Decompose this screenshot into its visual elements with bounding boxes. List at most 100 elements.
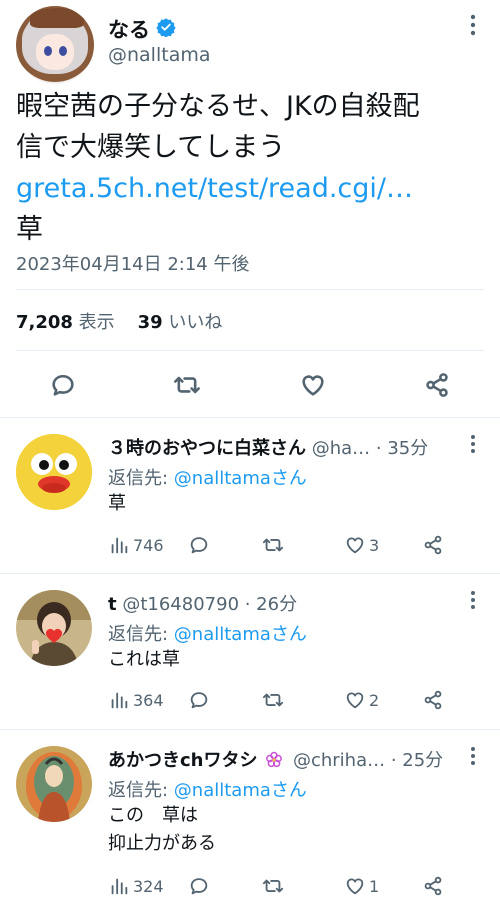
likes-count: 2 xyxy=(369,690,380,710)
reply-meta[interactable]: @ha… · 35分 xyxy=(312,438,429,459)
views-label: 表示 xyxy=(78,312,115,333)
tweet-action-bar xyxy=(0,365,500,405)
divider xyxy=(16,350,484,351)
buddha-painting-avatar-icon xyxy=(16,746,92,822)
retweet-button[interactable] xyxy=(262,686,287,714)
reply-avatar[interactable] xyxy=(16,746,92,822)
analytics-icon xyxy=(111,537,128,554)
reply-to: 返信先: @nalltamaさん xyxy=(108,464,307,490)
analytics-icon xyxy=(111,878,128,895)
reply-action-bar: 746 3 xyxy=(108,531,488,559)
views-count: 746 xyxy=(133,535,164,555)
flower-emoji-icon xyxy=(266,751,283,768)
reply-button[interactable] xyxy=(188,872,213,900)
reply-header: あかつきchワタシ @chriha… · 25分 xyxy=(108,746,443,772)
verified-badge-icon xyxy=(156,18,176,37)
likes-count: 3 xyxy=(369,535,380,555)
author-name[interactable]: なる xyxy=(108,14,150,44)
reply-item[interactable]: t @t16480790 · 26分 返信先: @nalltamaさん これは草… xyxy=(0,574,500,729)
divider xyxy=(16,289,484,290)
person-avatar-icon xyxy=(16,590,92,666)
retweet-icon xyxy=(262,538,284,552)
share-icon xyxy=(424,535,442,555)
views-stat[interactable]: 324 xyxy=(108,872,164,900)
likes-label[interactable]: いいね xyxy=(168,312,222,333)
tweet-text-line: 草 xyxy=(16,214,43,245)
likes-count: 1 xyxy=(369,876,380,896)
reply-action-bar: 324 1 xyxy=(108,872,488,900)
tweet-text-line: 信で大爆笑してしまう xyxy=(16,132,286,163)
retweet-button[interactable] xyxy=(262,531,287,559)
retweet-button[interactable] xyxy=(262,872,287,900)
reply-author-name[interactable]: あかつきchワタシ xyxy=(108,750,257,771)
reply-item[interactable]: あかつきchワタシ @chriha… · 25分 返信先: @nalltamaさ… xyxy=(0,730,500,907)
reply-icon xyxy=(190,537,208,554)
reply-avatar[interactable] xyxy=(16,434,92,510)
reply-item[interactable]: ３時のおやつに白菜さん @ha… · 35分 返信先: @nalltamaさん … xyxy=(0,418,500,573)
tweet-text-line: 暇空茜の子分なるせ、JKの自殺配 xyxy=(16,91,420,122)
reply-body: 草 xyxy=(108,490,126,518)
tweet-link[interactable]: greta.5ch.net/test/read.cgi/… xyxy=(16,168,486,209)
views-stat[interactable]: 746 xyxy=(108,531,164,559)
reply-to-prefix: 返信先: xyxy=(108,468,174,489)
like-button[interactable]: 3 xyxy=(344,531,379,559)
retweet-icon[interactable] xyxy=(173,371,201,399)
reply-icon xyxy=(190,878,208,895)
more-options-icon[interactable] xyxy=(470,14,476,36)
reply-to-handle[interactable]: @nalltamaさん xyxy=(174,468,307,489)
reply-body: これは草 xyxy=(108,646,180,674)
author-avatar[interactable] xyxy=(16,6,94,84)
tweet-timestamp[interactable]: 2023年04月14日 2:14 午後 xyxy=(16,250,249,276)
like-icon[interactable] xyxy=(299,371,327,399)
share-icon xyxy=(424,876,442,896)
like-icon xyxy=(346,537,364,554)
reply-to-handle[interactable]: @nalltamaさん xyxy=(174,780,307,801)
like-button[interactable]: 2 xyxy=(344,686,379,714)
main-tweet: なる @nalltama 暇空茜の子分なるせ、JKの自殺配 信で大爆笑してしまう… xyxy=(0,0,500,418)
reply-body: この 草は 抑止力がある xyxy=(108,802,216,858)
reply-button[interactable] xyxy=(188,531,213,559)
reply-action-bar: 364 2 xyxy=(108,686,488,714)
reply-button[interactable] xyxy=(188,686,213,714)
duck-avatar-icon xyxy=(16,434,92,510)
reply-to-prefix: 返信先: xyxy=(108,624,174,645)
reply-to: 返信先: @nalltamaさん xyxy=(108,620,307,646)
reply-author-name[interactable]: t xyxy=(108,594,117,615)
reply-body-line: これは草 xyxy=(108,649,180,670)
share-button[interactable] xyxy=(422,872,447,900)
like-button[interactable]: 1 xyxy=(344,872,379,900)
reply-body-line: 草 xyxy=(108,493,126,514)
more-options-icon[interactable] xyxy=(470,746,476,766)
reply-avatar[interactable] xyxy=(16,590,92,666)
views-count: 7,208 xyxy=(16,312,73,333)
like-icon xyxy=(346,692,364,709)
analytics-icon xyxy=(111,692,128,709)
tweet-stats: 7,208 表示 39 いいね xyxy=(16,308,222,334)
share-button[interactable] xyxy=(422,531,447,559)
reply-meta[interactable]: @chriha… · 25分 xyxy=(293,750,443,771)
tweet-text: 暇空茜の子分なるせ、JKの自殺配 信で大爆笑してしまう greta.5ch.ne… xyxy=(16,86,486,250)
reply-header: t @t16480790 · 26分 xyxy=(108,590,297,616)
reply-to-prefix: 返信先: xyxy=(108,780,174,801)
more-options-icon[interactable] xyxy=(470,590,476,610)
more-options-icon[interactable] xyxy=(470,434,476,454)
reply-to: 返信先: @nalltamaさん xyxy=(108,776,307,802)
reply-icon[interactable] xyxy=(49,371,77,399)
views-stat[interactable]: 364 xyxy=(108,686,164,714)
retweet-icon xyxy=(262,879,284,893)
reply-icon xyxy=(190,692,208,709)
share-icon xyxy=(424,690,442,710)
like-icon xyxy=(346,878,364,895)
reply-meta[interactable]: @t16480790 · 26分 xyxy=(122,594,297,615)
reply-body-line: この 草は xyxy=(108,805,198,826)
retweet-icon xyxy=(262,693,284,707)
reply-header: ３時のおやつに白菜さん @ha… · 35分 xyxy=(108,434,428,460)
views-count: 324 xyxy=(133,876,164,896)
author-handle[interactable]: @nalltama xyxy=(108,44,211,66)
share-button[interactable] xyxy=(422,686,447,714)
share-icon[interactable] xyxy=(423,371,451,399)
reply-body-line: 抑止力がある xyxy=(108,833,216,854)
likes-count[interactable]: 39 xyxy=(138,312,163,333)
reply-to-handle[interactable]: @nalltamaさん xyxy=(174,624,307,645)
reply-author-name[interactable]: ３時のおやつに白菜さん xyxy=(108,438,306,459)
